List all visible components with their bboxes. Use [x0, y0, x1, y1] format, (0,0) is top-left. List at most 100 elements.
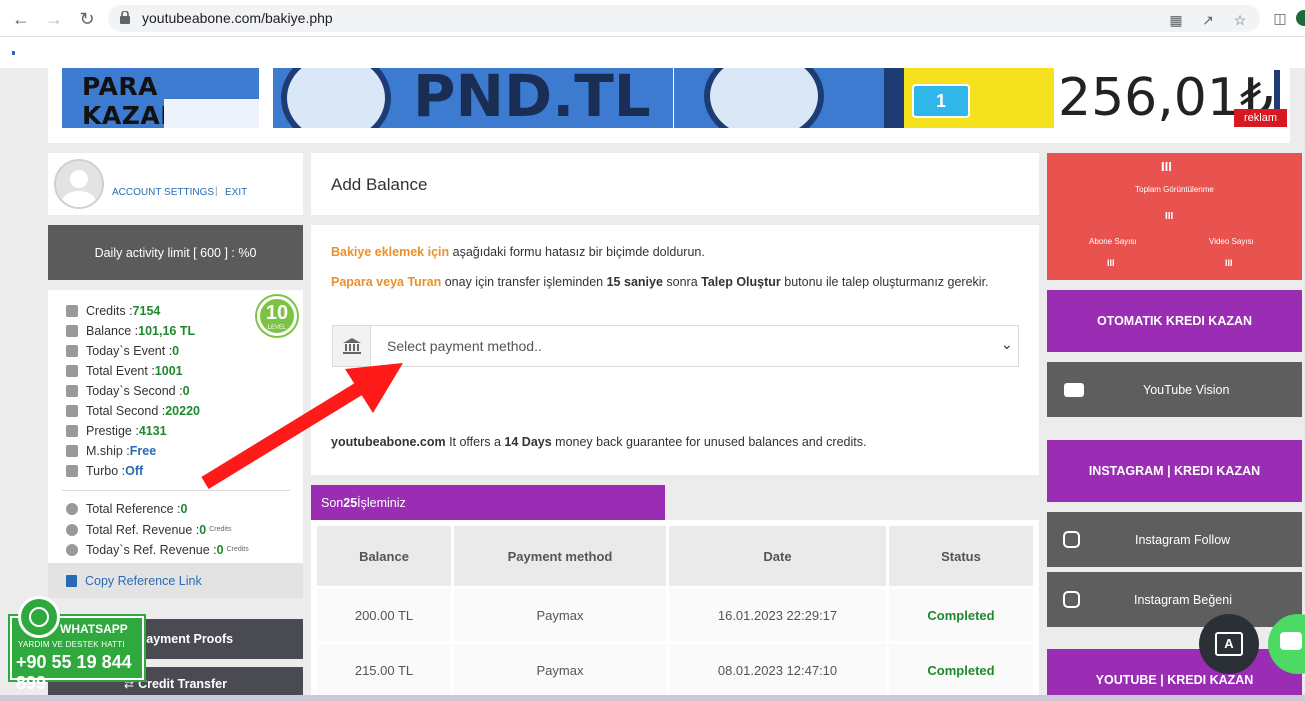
link-separator: | [215, 186, 218, 197]
info-text: aşağıdaki formu hatasız bir biçimde dold… [449, 245, 705, 259]
stat-prestige: Prestige : 4131 [66, 421, 167, 441]
url-text: youtubeabone.com/bakiye.php [142, 10, 333, 26]
ref-value: 0 [180, 502, 188, 516]
browser-toolbar: ← → ↻ youtubeabone.com/bakiye.php ▦ ↗ ☆ … [0, 0, 1305, 37]
copy-icon [66, 574, 77, 587]
stat-value: 4131 [138, 424, 167, 438]
exit-link[interactable]: EXIT [225, 187, 247, 198]
info-line-2: Papara veya Turan onay için transfer işl… [331, 275, 989, 289]
table-header-balance[interactable]: Balance [317, 526, 451, 586]
ref-unit: Credits [209, 526, 232, 533]
ref-label: Today`s Ref. Revenue : [86, 543, 217, 557]
table-header-payment-method[interactable]: Payment method [454, 526, 666, 586]
copy-reference-link[interactable]: Copy Reference Link [48, 563, 303, 598]
stats-title: Toplam Görüntülenme [1135, 185, 1214, 194]
translate-widget-button[interactable]: A [1199, 614, 1259, 674]
payment-proofs-label: Payment Proofs [137, 632, 234, 646]
info-bold: 15 saniye [606, 275, 663, 289]
activity-limit-bar: Daily activity limit [ 600 ] : %0 [48, 225, 303, 280]
banner-segment-4 [884, 68, 904, 128]
status-completed: Completed [889, 589, 1033, 641]
history-tab: Son 25 İşleminiz [311, 485, 665, 520]
bookmark-star-icon[interactable]: ☆ [1232, 12, 1248, 28]
banner-segment-1: PARA KAZAN [62, 68, 259, 130]
banner-segment-2: PND.TL [273, 68, 673, 128]
share-icon[interactable]: ↗ [1200, 12, 1216, 28]
stat-membership: M.ship : Free [66, 441, 156, 461]
stat-label: Balance : [86, 324, 139, 338]
back-arrow-icon[interactable]: ← [10, 8, 32, 30]
payment-method-select[interactable]: Select payment method.. ⌄ [332, 325, 1019, 367]
history-tab-prefix: Son [321, 495, 344, 510]
history-table: Balance Payment method Date Status 200.0… [311, 520, 1039, 701]
avatar[interactable] [54, 159, 104, 209]
page-header-card: Add Balance [311, 153, 1039, 215]
banner-brand: PND.TL [413, 68, 651, 128]
abone-label: Abone Sayısı [1089, 237, 1137, 246]
instagram-follow-label: Instagram Follow [1135, 532, 1231, 547]
history-tab-count: 25 [343, 495, 358, 510]
activity-limit-label: Daily activity limit [ 600 ] : %0 [94, 245, 257, 260]
info-bold: 14 Days [504, 435, 552, 449]
stat-label: Credits : [86, 304, 133, 318]
reload-icon[interactable]: ↻ [76, 8, 98, 30]
table-header-status[interactable]: Status [889, 526, 1033, 586]
info-text: butonu ile talep oluşturmanız gerekir. [780, 275, 989, 289]
side-panel-icon[interactable]: ◫ [1272, 10, 1288, 26]
info-bold: Talep Oluştur [701, 275, 781, 289]
auto-credit-button[interactable]: OTOMATIK KREDI KAZAN [1047, 290, 1302, 352]
lock-icon [120, 11, 130, 24]
forward-arrow-icon[interactable]: → [43, 8, 65, 30]
stats-value: III [1161, 159, 1172, 174]
copy-reference-label: Copy Reference Link [85, 573, 202, 588]
chat-icon [1280, 632, 1302, 650]
instagram-credit-label: INSTAGRAM | KREDI KAZAN [1088, 464, 1261, 478]
banner-segment-5: 1 [904, 68, 1054, 128]
address-bar[interactable]: youtubeabone.com/bakiye.php ▦ ↗ ☆ [108, 5, 1260, 32]
instagram-credit-button[interactable]: INSTAGRAM | KREDI KAZAN [1047, 440, 1302, 502]
account-card: ACCOUNT SETTINGS | EXIT [48, 153, 303, 215]
stat-label: M.ship : [86, 444, 130, 458]
banner-screenshot-thumb [164, 99, 259, 128]
banner-ad[interactable]: PARA KAZAN PND.TL 1 256,01₺ reklam [48, 68, 1290, 143]
status-completed: Completed [889, 644, 1033, 696]
calendar-icon [66, 365, 78, 377]
credit-transfer-label: Credit Transfer [138, 677, 227, 691]
stat-value: Off [125, 464, 144, 478]
calendar-icon [66, 385, 78, 397]
whatsapp-icon[interactable] [18, 596, 60, 638]
ref-value: 0 [216, 543, 224, 557]
taskbar-strip [0, 695, 1305, 701]
table-header-date[interactable]: Date [669, 526, 886, 586]
youtube-vision-button[interactable]: YouTube Vision [1047, 362, 1302, 417]
stat-value: 1001 [154, 364, 183, 378]
table-cell: Paymax [454, 589, 666, 641]
translate-icon[interactable]: ▦ [1168, 12, 1184, 28]
ref-total-revenue: Total Ref. Revenue : 0 Credits [66, 520, 231, 540]
instagram-icon [1063, 531, 1080, 548]
logo-fragment [12, 51, 15, 55]
table-cell: 08.01.2023 12:47:10 [669, 644, 886, 696]
youtube-vision-label: YouTube Vision [1143, 382, 1230, 397]
info-text: sonra [662, 275, 702, 289]
info-line-1: Bakiye eklemek için aşağıdaki formu hata… [331, 245, 705, 259]
stats-mid-value: III [1165, 211, 1174, 222]
table-cell: 16.01.2023 22:29:17 [669, 589, 886, 641]
instagram-like-label: Instagram Beğeni [1134, 592, 1232, 607]
stat-total-event: Total Event : 1001 [66, 361, 183, 381]
stat-value: 101,16 TL [138, 324, 196, 338]
instagram-follow-button[interactable]: Instagram Follow [1047, 512, 1302, 567]
ref-label: Total Reference : [86, 502, 181, 516]
table-cell: 215.00 TL [317, 644, 451, 696]
info-highlight: Bakiye eklemek için [331, 245, 450, 259]
ad-label: reklam [1234, 109, 1287, 127]
ref-unit: Credits [226, 546, 249, 553]
account-settings-link[interactable]: ACCOUNT SETTINGS [112, 187, 214, 198]
stat-total-second: Total Second : 20220 [66, 401, 200, 421]
youtube-credit-button[interactable]: YOUTUBE | KREDI KAZAN [1047, 649, 1302, 701]
stat-turbo: Turbo : Off [66, 461, 143, 481]
instagram-like-button[interactable]: Instagram Beğeni [1047, 572, 1302, 627]
profile-avatar[interactable] [1296, 10, 1305, 26]
video-label: Video Sayısı [1209, 237, 1254, 246]
user-icon [66, 544, 78, 556]
